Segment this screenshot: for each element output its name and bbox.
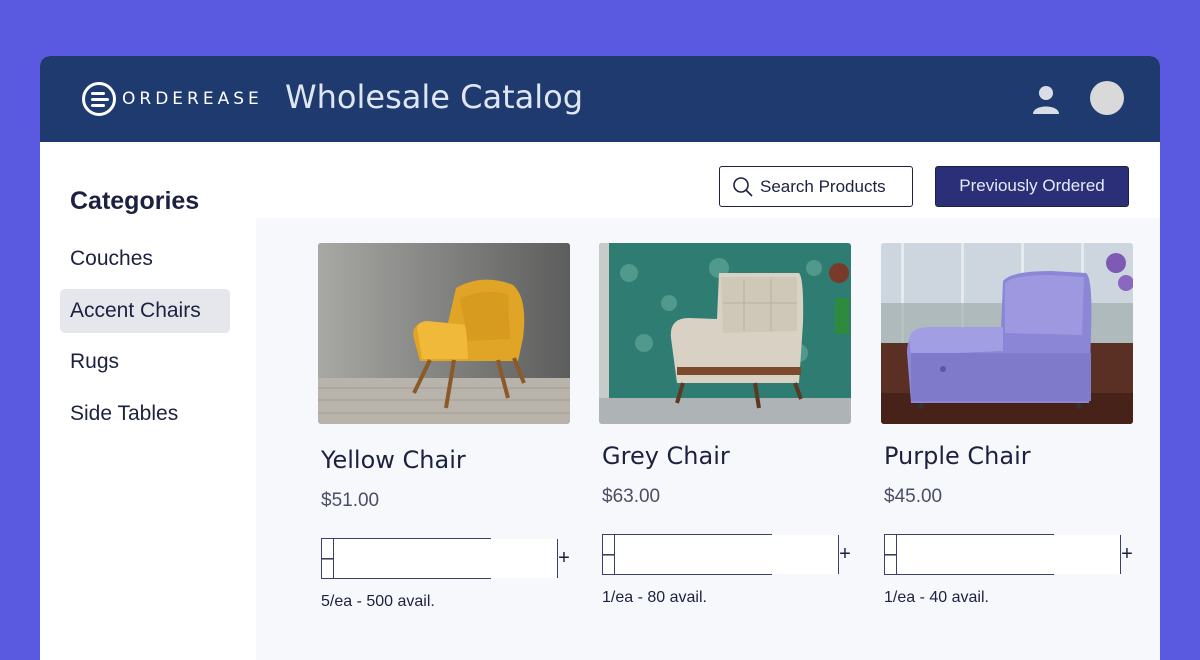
sidebar-item-couches[interactable]: Couches: [60, 237, 230, 281]
product-image-grey-chair[interactable]: [599, 243, 851, 424]
product-card: Yellow Chair $51.00 – + 5/ea - 500 avail…: [318, 243, 572, 611]
quantity-input[interactable]: [615, 535, 839, 574]
quantity-stepper: – +: [321, 538, 570, 579]
decrease-quantity-button[interactable]: –: [603, 535, 616, 574]
categories-heading: Categories: [70, 187, 200, 215]
category-sidebar: Categories Couches Accent Chairs Rugs Si…: [40, 142, 256, 660]
increase-quantity-button[interactable]: +: [838, 535, 851, 574]
previously-ordered-button[interactable]: Previously Ordered: [935, 166, 1129, 207]
app-window: ORDEREASE Wholesale Catalog Categories C…: [40, 56, 1160, 660]
search-icon: [733, 176, 753, 197]
product-image-purple-chair[interactable]: [881, 243, 1133, 424]
product-grid: Yellow Chair $51.00 – + 5/ea - 500 avail…: [276, 218, 1160, 660]
toolbar: Search Products Previously Ordered: [256, 142, 1160, 218]
ordereaese-logo[interactable]: ORDEREASE: [82, 82, 263, 116]
product-price: $63.00: [602, 486, 661, 507]
sidebar-item-side-tables[interactable]: Side Tables: [60, 392, 230, 436]
product-name: Grey Chair: [602, 442, 730, 470]
product-name: Yellow Chair: [321, 446, 466, 474]
product-card: Purple Chair $45.00 – + 1/ea - 40 avail.: [881, 243, 1135, 607]
quantity-input[interactable]: [334, 539, 558, 578]
decrease-quantity-button[interactable]: –: [322, 539, 335, 578]
top-navigation-bar: ORDEREASE Wholesale Catalog: [40, 56, 1160, 142]
user-icon[interactable]: [1030, 83, 1062, 115]
logo-text: ORDEREASE: [122, 89, 263, 109]
product-image-yellow-chair[interactable]: [318, 243, 570, 424]
sidebar-item-accent-chairs[interactable]: Accent Chairs: [60, 289, 230, 333]
quantity-stepper: – +: [884, 534, 1133, 575]
page-title: Wholesale Catalog: [285, 78, 583, 116]
decrease-quantity-button[interactable]: –: [885, 535, 898, 574]
product-price: $51.00: [321, 490, 380, 511]
availability-text: 1/ea - 40 avail.: [884, 589, 989, 606]
quantity-input[interactable]: [897, 535, 1121, 574]
avatar[interactable]: [1090, 81, 1124, 115]
quantity-stepper: – +: [602, 534, 851, 575]
availability-text: 1/ea - 80 avail.: [602, 589, 707, 606]
product-name: Purple Chair: [884, 442, 1031, 470]
increase-quantity-button[interactable]: +: [557, 539, 570, 578]
increase-quantity-button[interactable]: +: [1120, 535, 1133, 574]
logo-mark-icon: [82, 82, 116, 116]
sidebar-item-rugs[interactable]: Rugs: [60, 340, 230, 384]
product-card: Grey Chair $63.00 – + 1/ea - 80 avail.: [599, 243, 853, 607]
product-price: $45.00: [884, 486, 943, 507]
search-products-label: Search Products: [760, 176, 886, 196]
search-products-button[interactable]: Search Products: [719, 166, 913, 207]
availability-text: 5/ea - 500 avail.: [321, 593, 435, 610]
